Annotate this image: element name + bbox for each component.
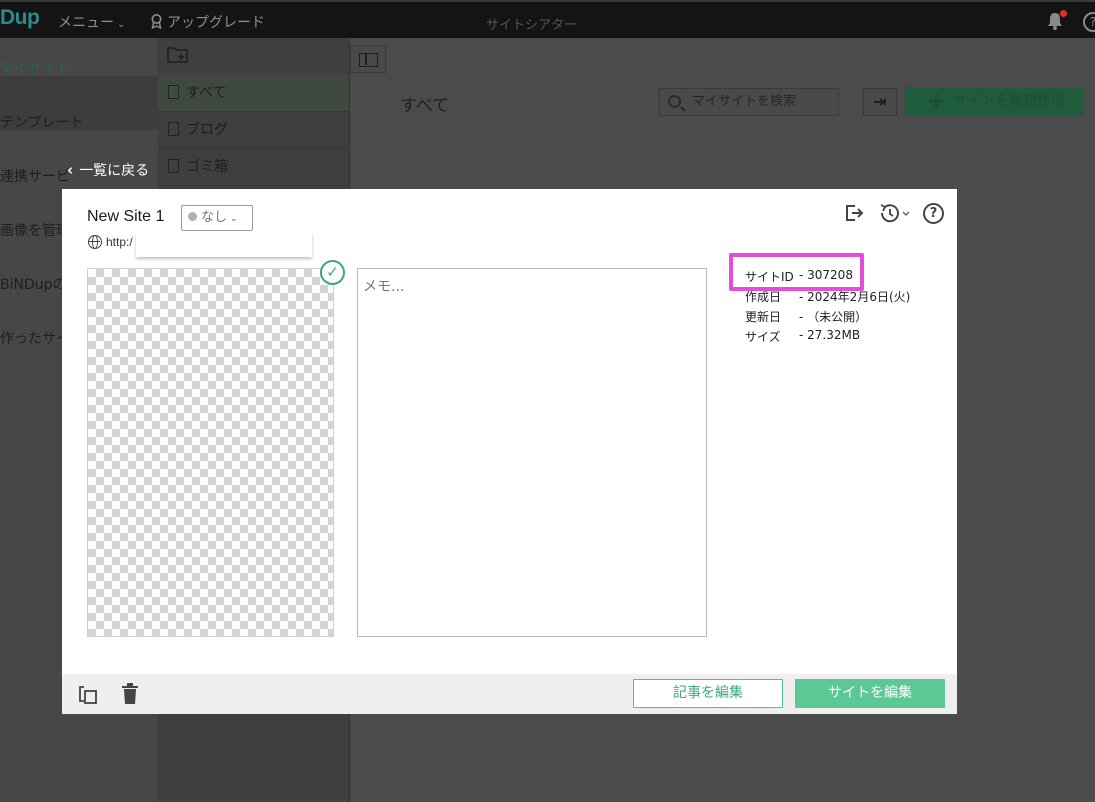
modal-footer: 記事を編集 サイトを編集 (62, 674, 957, 714)
import-button[interactable]: ⇥ (863, 88, 897, 116)
sidebar-icon (359, 53, 378, 67)
nav-item-created-sites[interactable]: 作ったサイ (0, 328, 70, 348)
check-icon: ✓ (320, 260, 345, 285)
add-folder-icon[interactable] (167, 46, 189, 64)
new-site-label: サイトを新規作成 (953, 93, 1065, 109)
duplicate-icon[interactable] (78, 685, 98, 705)
document-icon (168, 122, 179, 136)
help-icon[interactable]: ? (1083, 12, 1095, 32)
info-value: - （未公開） (799, 310, 868, 324)
upgrade-button[interactable]: アップグレード (150, 12, 265, 32)
site-thumbnail[interactable] (87, 268, 334, 637)
back-to-list-link[interactable]: ‹ 一覧に戻る (67, 160, 149, 180)
notification-badge (1060, 10, 1067, 17)
page-title: すべて (400, 96, 450, 116)
history-icon[interactable] (879, 203, 911, 223)
app-logo[interactable]: Dup (0, 6, 40, 30)
memo-field[interactable] (357, 268, 707, 637)
new-site-button[interactable]: + サイトを新規作成 (905, 87, 1083, 116)
app-title: サイトシアター (486, 18, 578, 33)
back-label: 一覧に戻る (79, 163, 150, 179)
status-value: なし (201, 210, 228, 225)
medal-icon (151, 14, 162, 29)
help-icon[interactable]: ? (923, 203, 944, 224)
chevron-down-icon: ⌄ (117, 19, 126, 30)
folder-label: すべて (186, 85, 227, 101)
highlight-box (729, 253, 864, 291)
edit-articles-button[interactable]: 記事を編集 (633, 679, 783, 708)
site-url[interactable]: http:/ (88, 235, 133, 249)
nav-item-images[interactable]: 画像を管理 (0, 220, 70, 240)
export-icon[interactable] (844, 203, 864, 223)
nav-item-template[interactable]: テンプレート (0, 112, 84, 132)
folder-item-blog[interactable]: ブログ (158, 112, 349, 149)
info-label: 更新日 (745, 310, 782, 324)
url-text: http:/ (106, 235, 133, 249)
trash-icon (168, 159, 179, 173)
chevron-down-icon: ⌄ (230, 214, 238, 224)
url-dropdown (136, 233, 312, 257)
plus-icon: + (927, 89, 946, 114)
document-icon (168, 85, 179, 99)
status-dot (188, 212, 197, 221)
trash-icon[interactable] (121, 683, 139, 705)
edit-site-button[interactable]: サイトを編集 (795, 679, 945, 708)
menu-button[interactable]: メニュー ⌄ (58, 12, 125, 32)
search-placeholder: マイサイトを検索 (692, 94, 797, 109)
info-value: - 27.32MB (799, 328, 861, 342)
sign-in-icon: ⇥ (873, 92, 887, 111)
folder-label: ブログ (186, 122, 228, 138)
info-label: サイズ (745, 330, 781, 344)
nav-item-mysite[interactable]: マイサイト (0, 58, 70, 78)
upgrade-label: アップグレード (167, 15, 265, 31)
chevron-left-icon: ‹ (67, 161, 74, 179)
menu-label: メニュー (58, 15, 114, 31)
site-name[interactable]: New Site 1 (87, 208, 164, 226)
nav-item-services[interactable]: 連携サービ (0, 166, 70, 186)
folder-item-all[interactable]: すべて (158, 75, 349, 112)
search-icon (668, 95, 681, 108)
nav-item-bindup[interactable]: BiNDupの (0, 274, 67, 294)
site-detail-modal: New Site 1 なし⌄ http:/ ? ✓ サイトID- 307208 … (62, 189, 957, 714)
sidebar-toggle-button[interactable] (350, 45, 386, 73)
search-input[interactable]: マイサイトを検索 (659, 88, 839, 116)
top-bar: Dup メニュー⌄ アップグレード サイトシアター ? (0, 0, 1095, 38)
status-select[interactable]: なし ⌄ (181, 205, 253, 231)
folder-label: ゴミ箱 (186, 159, 228, 175)
folder-item-trash[interactable]: ゴミ箱 (158, 149, 349, 186)
globe-icon (88, 235, 102, 249)
